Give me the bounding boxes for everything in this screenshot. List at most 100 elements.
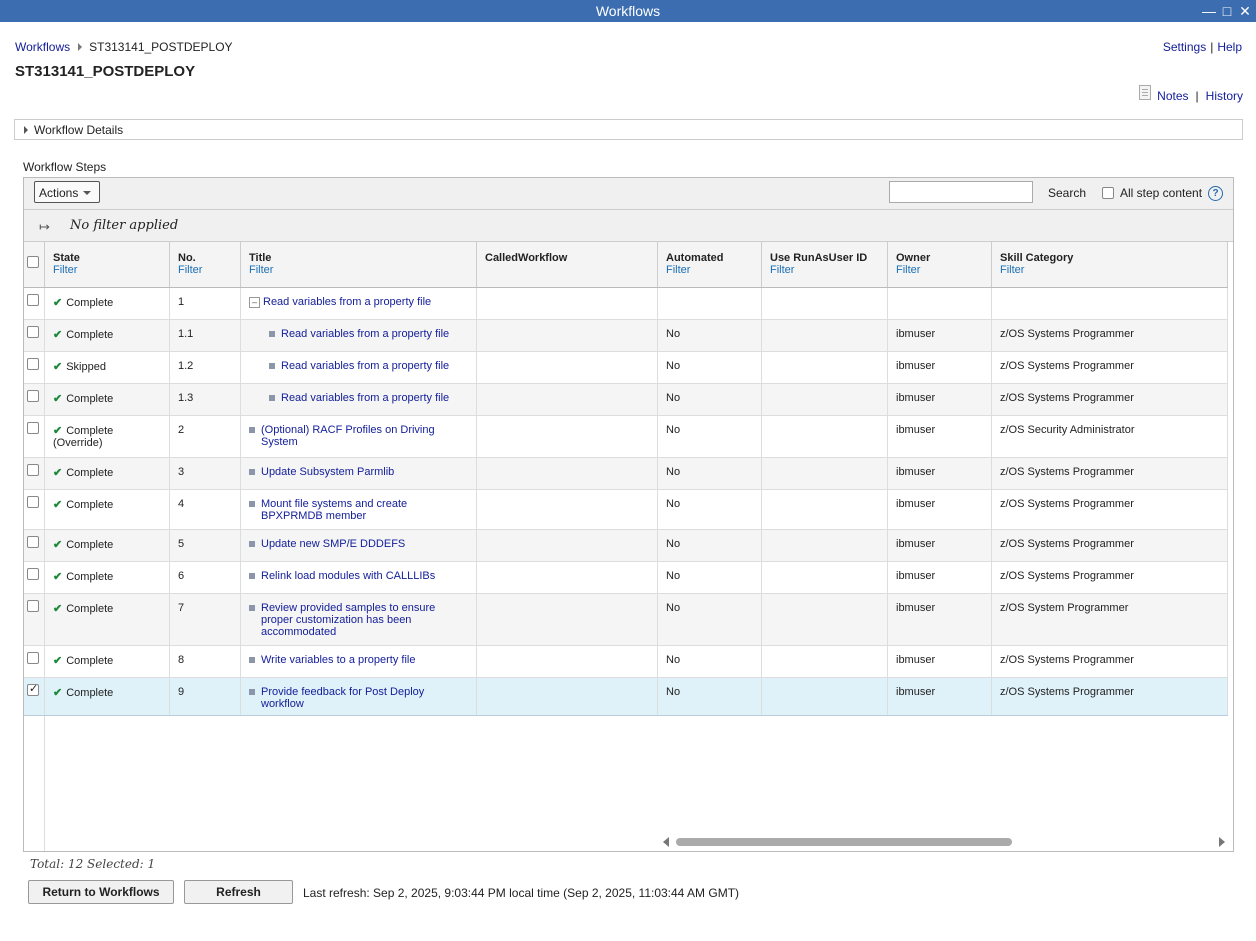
step-bullet-icon <box>269 395 275 402</box>
step-title-link[interactable]: Read variables from a property file <box>263 296 431 308</box>
row-checkbox[interactable] <box>27 422 39 434</box>
step-title-link[interactable]: Relink load modules with CALLLIBs <box>261 570 435 582</box>
state-text: Complete <box>66 687 114 699</box>
step-number: 7 <box>178 602 185 614</box>
cell-no: 9 <box>170 678 241 715</box>
step-title-link[interactable]: Read variables from a property file <box>281 360 449 372</box>
column-title[interactable]: Use RunAsUser ID <box>770 252 887 264</box>
table-row[interactable]: ✔ Complete 1 – Read variables from a propert… <box>24 288 1228 320</box>
maximize-icon[interactable]: □ <box>1220 4 1234 18</box>
step-title-link[interactable]: Update Subsystem Parmlib <box>261 466 394 478</box>
column-title[interactable]: CalledWorkflow <box>485 252 657 264</box>
complete-check-icon: ✔ <box>53 361 63 373</box>
column-filter-link[interactable]: Filter <box>1000 264 1227 276</box>
step-title-link[interactable]: (Optional) RACF Profiles on Driving Syste… <box>261 424 435 448</box>
owner-value: ibmuser <box>896 538 936 550</box>
table-row[interactable]: ✔ Complete (Override) 2 (Optional) RACF Prof… <box>24 416 1228 458</box>
cell-called <box>477 352 658 383</box>
table-row[interactable]: ✔ Skipped 1.2 Read variables from a propert… <box>24 352 1228 384</box>
step-title-link[interactable]: Write variables to a property file <box>261 654 415 666</box>
column-header-runasuser: Use RunAsUser ID Filter <box>762 242 888 287</box>
table-row[interactable]: ✔ Complete 6 Relink load modules with CALLL… <box>24 562 1228 594</box>
step-bullet-icon <box>249 427 255 434</box>
table-row[interactable]: ✔ Complete 1.1 Read variables from a proper… <box>24 320 1228 352</box>
refresh-button[interactable]: Refresh <box>184 880 293 904</box>
filter-bar: ↦ No filter applied <box>24 210 1233 242</box>
column-title[interactable]: No. <box>178 252 240 264</box>
table-row[interactable]: ✔ Complete 4 Mount file systems and create B… <box>24 490 1228 530</box>
collapse-icon[interactable]: – <box>249 296 260 308</box>
return-to-workflows-button[interactable]: Return to Workflows <box>28 880 174 904</box>
state-text: Complete <box>66 571 114 583</box>
step-title-link[interactable]: Provide feedback for Post Deploy workflow <box>261 686 424 710</box>
row-checkbox[interactable] <box>27 536 39 548</box>
column-title[interactable]: Automated <box>666 252 761 264</box>
actions-dropdown[interactable]: Actions <box>34 181 100 203</box>
row-checkbox[interactable] <box>27 682 39 696</box>
column-filter-link[interactable]: Filter <box>178 264 240 276</box>
column-title[interactable]: Title <box>249 252 476 264</box>
filter-arrow-icon[interactable]: ↦ <box>39 219 50 235</box>
row-checkbox[interactable] <box>27 568 39 580</box>
search-button[interactable]: Search <box>1048 186 1086 200</box>
table-row[interactable]: ✔Complete 9 Provide feedback for Post Depl… <box>24 678 1228 716</box>
table-row[interactable]: ✔ Complete 8 Write variables to a property … <box>24 646 1228 678</box>
search-input[interactable] <box>889 181 1033 203</box>
step-title-link[interactable]: Read variables from a property file <box>281 328 449 340</box>
cell-title: Provide feedback for Post Deploy workflow <box>241 678 477 715</box>
select-all-checkbox[interactable] <box>27 256 39 268</box>
cell-skill: z/OS Systems Programmer <box>992 530 1228 561</box>
expand-arrow-icon[interactable] <box>24 126 28 134</box>
history-link[interactable]: History <box>1206 89 1243 103</box>
column-title[interactable]: Skill Category <box>1000 252 1227 264</box>
automated-value: No <box>666 424 681 436</box>
column-filter-link[interactable]: Filter <box>666 264 761 276</box>
row-checkbox[interactable] <box>27 496 39 508</box>
scrollbar-thumb[interactable] <box>676 838 1012 846</box>
table-row[interactable]: ✔ Complete 1.3 Read variables from a proper… <box>24 384 1228 416</box>
owner-value: ibmuser <box>896 466 936 478</box>
all-step-content-checkbox[interactable] <box>1102 187 1114 199</box>
table-row[interactable]: ✔ Complete 3 Update Subsystem Parmlib No ibmu… <box>24 458 1228 490</box>
row-checkbox[interactable] <box>27 652 39 664</box>
step-title-link[interactable]: Update new SMP/E DDDEFS <box>261 538 405 550</box>
column-filter-link[interactable]: Filter <box>53 264 169 276</box>
table-row[interactable]: ✔ Complete 5 Update new SMP/E DDDEFS No ibmus… <box>24 530 1228 562</box>
cell-skill: z/OS Security Administrator <box>992 416 1228 457</box>
grid-header: State Filter No. Filter Title Filter Cal… <box>24 242 1228 288</box>
row-checkbox[interactable] <box>27 294 39 306</box>
state-text: Complete <box>66 297 114 309</box>
step-number: 5 <box>178 538 185 550</box>
close-icon[interactable]: ✕ <box>1238 4 1252 18</box>
scroll-right-icon[interactable] <box>1219 837 1225 847</box>
cell-runas <box>762 646 888 677</box>
row-checkbox[interactable] <box>27 464 39 476</box>
column-filter-link[interactable]: Filter <box>770 264 887 276</box>
step-title-link[interactable]: Mount file systems and create BPXPRMDB me… <box>261 498 407 522</box>
row-checkbox[interactable] <box>27 326 39 338</box>
workflow-details-section[interactable]: Workflow Details <box>14 119 1243 140</box>
column-title[interactable]: Owner <box>896 252 991 264</box>
step-title-link[interactable]: Read variables from a property file <box>281 392 449 404</box>
row-checkbox[interactable] <box>27 358 39 370</box>
column-title[interactable]: State <box>53 252 169 264</box>
table-row[interactable]: ✔ Complete 7 Review provided samples to ens… <box>24 594 1228 646</box>
cell-state: ✔ Skipped <box>45 352 170 383</box>
cell-sel <box>24 490 45 529</box>
settings-link[interactable]: Settings <box>1163 40 1206 54</box>
step-title-link[interactable]: Review provided samples to ensure proper … <box>261 602 435 638</box>
automated-value: No <box>666 602 681 614</box>
column-filter-link[interactable]: Filter <box>249 264 476 276</box>
help-link[interactable]: Help <box>1217 40 1242 54</box>
row-checkbox[interactable] <box>27 390 39 402</box>
minimize-icon[interactable]: — <box>1202 4 1216 18</box>
help-icon[interactable]: ? <box>1208 186 1223 201</box>
column-filter-link[interactable]: Filter <box>896 264 991 276</box>
all-step-content-toggle[interactable]: All step content <box>1102 186 1202 200</box>
horizontal-scrollbar[interactable] <box>661 835 1229 849</box>
scroll-left-icon[interactable] <box>663 837 669 847</box>
breadcrumb-workflows-link[interactable]: Workflows <box>15 40 70 54</box>
skill-category-value: z/OS Systems Programmer <box>1000 360 1134 372</box>
row-checkbox[interactable] <box>27 600 39 612</box>
notes-link[interactable]: Notes <box>1157 89 1188 103</box>
